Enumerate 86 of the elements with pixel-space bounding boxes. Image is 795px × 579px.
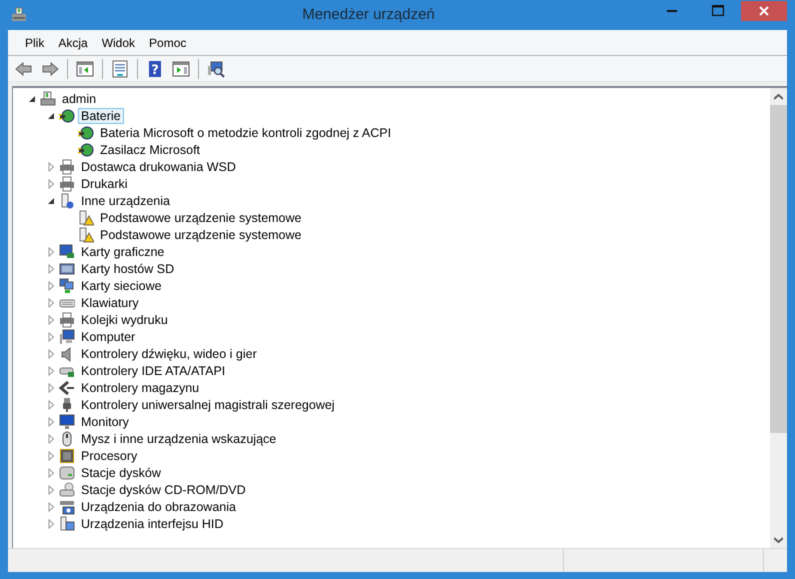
tree-item[interactable]: Drukarki (78, 176, 131, 192)
display-adapter-icon (59, 244, 75, 260)
tree-item[interactable]: Bateria Microsoft o metodzie kontroli zgodnej z ACPI (97, 124, 394, 140)
tree-item[interactable]: Karty graficzne (78, 244, 168, 260)
collapse-arrow[interactable] (46, 110, 56, 120)
expand-arrow[interactable] (46, 434, 56, 444)
tree-item[interactable]: Baterie (78, 108, 124, 124)
optical-drive-icon (59, 482, 75, 498)
expand-arrow[interactable] (46, 416, 56, 426)
battery-plug-icon (59, 108, 75, 124)
tree-item[interactable]: Kontrolery IDE ATA/ATAPI (78, 362, 228, 378)
tree-item[interactable]: Procesory (78, 448, 140, 464)
computer-icon (40, 90, 56, 106)
tree-item[interactable]: Kontrolery uniwersalnej magistrali szeregowej (78, 396, 338, 412)
expand-arrow[interactable] (46, 348, 56, 358)
card-reader-icon (59, 260, 75, 276)
tree-item[interactable]: Stacje dysków CD-ROM/DVD (78, 482, 249, 498)
tree-item[interactable]: Mysz i inne urządzenia wskazujące (78, 430, 280, 446)
expand-arrow[interactable] (46, 400, 56, 410)
printer-icon (59, 176, 75, 192)
expand-arrow[interactable] (46, 450, 56, 460)
scanner-camera-icon (59, 498, 75, 514)
computer-icon (59, 328, 75, 344)
printer-icon (59, 158, 75, 174)
menu-item[interactable]: Akcja (51, 34, 95, 52)
collapse-arrow[interactable] (27, 94, 37, 104)
expand-arrow[interactable] (46, 246, 56, 256)
close-icon (759, 6, 769, 16)
device-warning-icon (78, 226, 94, 242)
tree-item[interactable]: Monitory (78, 414, 132, 430)
expand-arrow[interactable] (46, 332, 56, 342)
monitor-search-icon (207, 60, 225, 78)
close-button[interactable] (741, 0, 787, 20)
forward-arrow-icon (41, 60, 59, 78)
expand-arrow[interactable] (46, 178, 56, 188)
tree-item[interactable]: Kontrolery magazynu (78, 380, 202, 396)
monitor-icon (59, 414, 75, 430)
tree-item[interactable]: Kolejki wydruku (78, 312, 171, 328)
tree-item[interactable]: Dostawca drukowania WSD (78, 158, 239, 174)
menu-item[interactable]: Widok (94, 34, 142, 52)
printer-icon (59, 312, 75, 328)
expand-arrow[interactable] (46, 484, 56, 494)
battery-plug-icon (78, 142, 94, 158)
tree-item[interactable]: Inne urządzenia (78, 192, 173, 208)
properties-icon (111, 60, 129, 78)
panel-icon (76, 60, 94, 78)
tree-item[interactable]: Karty sieciowe (78, 278, 165, 294)
network-icon (59, 278, 75, 294)
menu-item[interactable]: Plik (18, 34, 52, 52)
processor-icon (59, 448, 75, 464)
tree-item[interactable]: Zasilacz Microsoft (97, 142, 204, 158)
tree-item[interactable]: Kontrolery dźwięku, wideo i gier (78, 346, 260, 362)
back-arrow-icon (15, 60, 33, 78)
tree-item[interactable]: admin (59, 90, 100, 106)
expand-arrow[interactable] (46, 502, 56, 512)
expand-arrow[interactable] (46, 280, 56, 290)
expand-arrow[interactable] (46, 366, 56, 376)
expand-arrow[interactable] (46, 468, 56, 478)
tree-item[interactable]: Urządzenia do obrazowania (78, 498, 239, 514)
expand-arrow[interactable] (46, 382, 56, 392)
tree-item[interactable]: Podstawowe urządzenie systemowe (97, 226, 304, 242)
device-question-icon (59, 192, 75, 208)
maximize-icon (712, 5, 724, 16)
hid-device-icon (59, 516, 75, 532)
minimize-icon (667, 10, 677, 12)
tree-item[interactable]: Komputer (78, 328, 138, 344)
app-icon (10, 6, 28, 24)
disk-drive-icon (59, 464, 75, 480)
menu-item[interactable]: Pomoc (142, 34, 194, 52)
expand-arrow[interactable] (46, 298, 56, 308)
battery-plug-icon (78, 124, 94, 140)
expand-arrow[interactable] (46, 518, 56, 528)
storage-controller-icon (59, 380, 75, 396)
tree-item[interactable]: Klawiatury (78, 294, 142, 310)
collapse-arrow[interactable] (46, 196, 56, 206)
tree-item[interactable]: Podstawowe urządzenie systemowe (97, 210, 304, 226)
panel-icon (172, 60, 190, 78)
tree-item[interactable]: Stacje dysków (78, 464, 164, 480)
expand-arrow[interactable] (46, 162, 56, 172)
device-warning-icon (78, 210, 94, 226)
window-title: Menedżer urządzeń (301, 4, 436, 25)
expand-arrow[interactable] (46, 264, 56, 274)
expand-arrow[interactable] (46, 314, 56, 324)
tree-item[interactable]: Karty hostów SD (78, 260, 178, 276)
scrollbar-thumb[interactable] (770, 105, 787, 434)
tree-item[interactable]: Urządzenia interfejsu HID (78, 516, 226, 532)
